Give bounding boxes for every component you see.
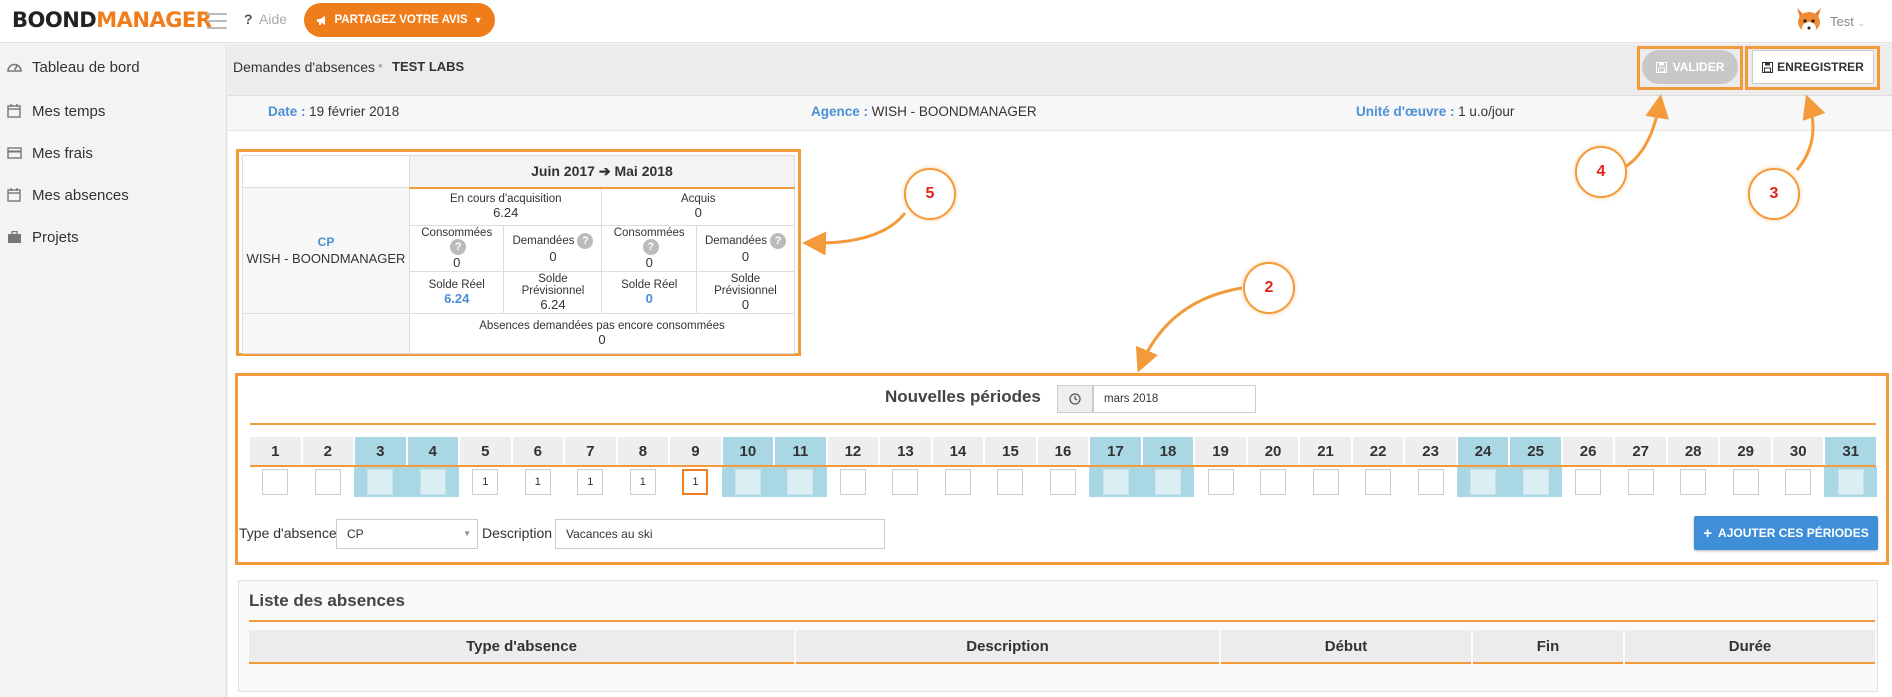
annotation-2: 2	[1243, 262, 1295, 314]
annotation-3: 3	[1748, 168, 1800, 220]
annotation-arrows	[802, 94, 1826, 373]
annotation-5: 5	[904, 168, 956, 220]
annotation-4: 4	[1575, 146, 1627, 198]
